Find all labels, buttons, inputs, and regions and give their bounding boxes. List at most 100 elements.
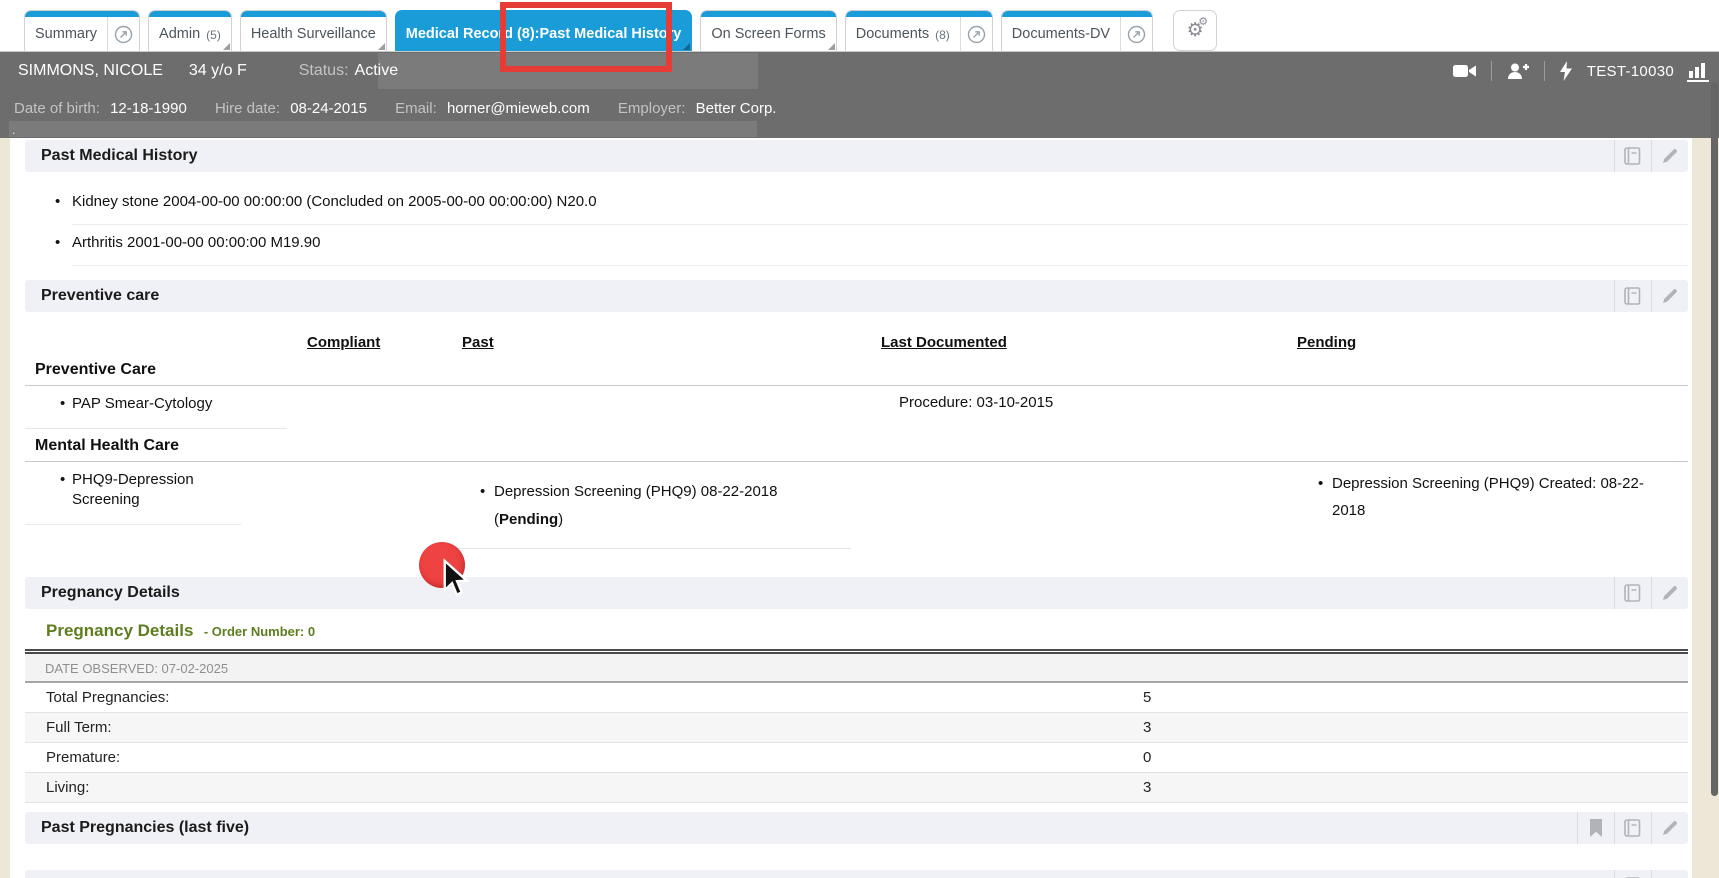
row-value: 0 [1143, 743, 1151, 773]
patient-chart-id: TEST-10030 [1587, 63, 1674, 80]
date-observed-row: DATE OBSERVED: 07-02-2025 [25, 654, 1688, 683]
pencil-icon[interactable] [1651, 280, 1688, 312]
tab-admin-count: (5) [206, 20, 231, 42]
tab-admin-label: Admin [149, 20, 210, 42]
tab-documents-dv[interactable]: Documents-DV [1001, 10, 1153, 51]
external-link-icon[interactable] [1120, 17, 1152, 51]
preventive-item: PHQ9-Depression Screening [25, 462, 241, 525]
stray-period: . [12, 123, 15, 137]
last-documented-value: Procedure: 03-10-2015 [871, 386, 1291, 429]
pencil-icon[interactable] [1651, 870, 1688, 878]
tab-on-screen-forms[interactable]: On Screen Forms [700, 10, 836, 51]
patient-header: SIMMONS, NICOLE 34 y/o F Status: Active … [0, 52, 1719, 138]
hire-date-value: 08-24-2015 [290, 100, 367, 117]
external-link-icon[interactable] [107, 17, 139, 51]
email-value: horner@mieweb.com [447, 100, 590, 117]
section-header-past-pregnancies[interactable]: Past Pregnancies (last five) [25, 812, 1688, 844]
book-icon[interactable] [1614, 280, 1651, 312]
section-header-preventive-care[interactable]: Preventive care [25, 280, 1688, 312]
scrollbar[interactable] [1711, 82, 1718, 796]
pending-screening-item: Depression Screening (PHQ9) Created: 08-… [1291, 462, 1646, 524]
preventive-care-table: Compliant Past Last Documented Pending P… [25, 332, 1688, 549]
row-value: 5 [1143, 683, 1151, 713]
pregnancy-table: DATE OBSERVED: 07-02-2025 Total Pregnanc… [25, 649, 1688, 803]
dob-value: 12-18-1990 [110, 100, 187, 117]
row-label: Total Pregnancies: [46, 689, 169, 706]
row-label: Living: [46, 779, 89, 796]
dropdown-fold-icon [223, 43, 230, 50]
video-camera-icon[interactable] [1452, 61, 1478, 81]
column-header-pending: Pending [1291, 332, 1688, 353]
book-icon[interactable] [1614, 812, 1651, 844]
header-highlight-panel [9, 121, 757, 137]
tab-bar: Summary Admin (5) Health Surveillance Me… [0, 0, 1719, 52]
add-user-icon[interactable] [1505, 61, 1531, 81]
tab-documents[interactable]: Documents (8) [845, 10, 993, 51]
lightning-bolt-icon[interactable] [1558, 60, 1574, 82]
bar-chart-icon[interactable] [1687, 60, 1711, 82]
email-label: Email: [395, 100, 437, 117]
section-title: Past Pregnancies (last five) [41, 819, 249, 837]
group-heading-mental-health-care: Mental Health Care [25, 429, 1688, 462]
status-value: Active [355, 62, 399, 80]
tab-summary-label: Summary [25, 20, 107, 42]
pending-status-bold: Pending [499, 511, 558, 528]
screen: { "colors": { "accent_blue": "#1a9cd8", … [0, 0, 1719, 878]
section-header-gynecology-history[interactable]: Gynecology History [25, 870, 1688, 878]
tab-documents-dv-label: Documents-DV [1002, 20, 1120, 42]
book-icon[interactable] [1614, 140, 1651, 172]
order-number: - Order Number: 0 [204, 624, 315, 639]
section-actions [1614, 280, 1688, 312]
section-title: Past Medical History [41, 147, 198, 165]
book-icon[interactable] [1614, 870, 1651, 878]
tab-medical-record-label: Medical Record (8):Past Medical History [396, 20, 692, 42]
past-medical-history-list: Kidney stone 2004-00-00 00:00:00 (Conclu… [72, 184, 1688, 266]
dropdown-fold-icon [683, 43, 690, 50]
row-label: Full Term: [46, 719, 112, 736]
tab-settings-button[interactable]: ⚙ ⚙ [1173, 10, 1217, 51]
section-header-pregnancy-details[interactable]: Pregnancy Details [25, 577, 1688, 609]
table-row: Premature: 0 [25, 743, 1688, 773]
patient-header-row2: . Date of birth: 12-18-1990 Hire date: 0… [0, 90, 1719, 138]
column-header-compliant: Compliant [301, 332, 456, 353]
tab-summary[interactable]: Summary [24, 10, 140, 51]
list-item: Kidney stone 2004-00-00 00:00:00 (Conclu… [72, 184, 1688, 225]
table-row: Living: 3 [25, 773, 1688, 803]
patient-header-icons: TEST-10030 [1452, 52, 1711, 90]
book-icon[interactable] [1614, 577, 1651, 609]
table-row: Full Term: 3 [25, 713, 1688, 743]
gears-icon: ⚙ [1198, 16, 1208, 27]
tab-health-surveillance[interactable]: Health Surveillance [240, 10, 387, 51]
tab-admin[interactable]: Admin (5) [148, 10, 232, 51]
patient-age-sex: 34 y/o F [189, 62, 247, 80]
header-highlight-panel [378, 53, 758, 89]
icon-separator [1544, 61, 1545, 81]
dob-label: Date of birth: [14, 100, 100, 117]
external-link-icon[interactable] [960, 17, 992, 51]
pencil-icon[interactable] [1651, 140, 1688, 172]
icon-separator [1491, 61, 1492, 81]
row-value: 3 [1143, 713, 1151, 743]
column-header-last-documented: Last Documented [871, 332, 1291, 353]
pencil-icon[interactable] [1651, 577, 1688, 609]
section-title: Preventive care [41, 287, 159, 305]
tab-documents-count: (8) [935, 20, 960, 42]
row-value: 3 [1143, 773, 1151, 803]
list-item: Arthritis 2001-00-00 00:00:00 M19.90 [72, 225, 1688, 266]
section-actions [1614, 577, 1688, 609]
dropdown-fold-icon [378, 43, 385, 50]
patient-name: SIMMONS, NICOLE [18, 62, 163, 80]
employer-value: Better Corp. [696, 100, 777, 117]
hire-date-label: Hire date: [215, 100, 280, 117]
section-title: Pregnancy Details [41, 584, 180, 602]
column-header-past: Past [456, 332, 871, 353]
past-screening-line1: Depression Screening (PHQ9) 08-22-2018 [494, 483, 777, 500]
tab-medical-record-active[interactable]: Medical Record (8):Past Medical History [395, 10, 693, 51]
bookmark-icon[interactable] [1577, 812, 1614, 844]
patient-header-row1: SIMMONS, NICOLE 34 y/o F Status: Active … [0, 52, 1719, 90]
section-actions [1614, 870, 1688, 878]
section-header-past-medical-history[interactable]: Past Medical History [25, 140, 1688, 172]
paren: ) [558, 511, 563, 528]
employer-label: Employer: [618, 100, 686, 117]
pencil-icon[interactable] [1651, 812, 1688, 844]
